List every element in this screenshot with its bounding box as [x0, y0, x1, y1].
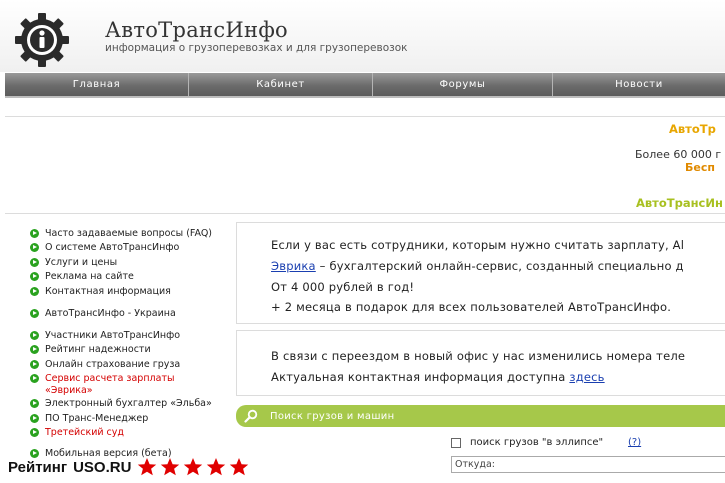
star-icon: [138, 458, 157, 476]
box-text: В связи с переездом в новый офис у нас и…: [271, 349, 686, 363]
sidebar-item-label: О системе АвтоТрансИнфо: [45, 242, 180, 253]
sidebar-item-services[interactable]: Услуги и цены: [30, 257, 117, 269]
promo-title-secondary: АвтоТрансИн: [636, 196, 723, 210]
nav-item-cabinet[interactable]: Кабинет: [189, 73, 373, 96]
divider: [5, 116, 725, 117]
sidebar-item-members[interactable]: Участники АвтоТрансИнфо: [30, 330, 180, 342]
box-text-rest: – бухгалтерский онлайн-сервис, созданный…: [315, 259, 684, 273]
arrow-bullet-icon: [30, 360, 39, 369]
from-input[interactable]: [451, 456, 725, 473]
sidebar-item-insurance[interactable]: Онлайн страхование груза: [30, 359, 180, 371]
sidebar-item-contacts[interactable]: Контактная информация: [30, 286, 171, 298]
arrow-bullet-icon: [30, 414, 39, 423]
promo-title: АвтоТр: [669, 122, 716, 136]
arrow-bullet-icon: [30, 272, 39, 281]
box-text: Актуальная контактная информация доступн…: [271, 370, 605, 384]
star-icon: [161, 458, 180, 476]
sidebar-item-elba[interactable]: Электронный бухгалтер «Эльба»: [30, 398, 212, 410]
sidebar-item-label: ПО Транс-Менеджер: [45, 413, 149, 424]
site-title[interactable]: АвтоТрансИнфо: [105, 18, 288, 42]
sidebar-item-rating[interactable]: Рейтинг надежности: [30, 344, 151, 356]
arrow-bullet-icon: [30, 229, 39, 238]
sidebar-item-ads[interactable]: Реклама на сайте: [30, 271, 134, 283]
promo-text: Более 60 000 г: [635, 148, 722, 161]
nav-item-news[interactable]: Новости: [553, 73, 725, 96]
nav-item-forums[interactable]: Форумы: [373, 73, 553, 96]
box-text: Эврика – бухгалтерский онлайн-сервис, со…: [271, 259, 684, 273]
sidebar-item-faq[interactable]: Часто задаваемые вопросы (FAQ): [30, 228, 212, 240]
evrika-promo-box: Если у вас есть сотрудники, которым нужн…: [236, 222, 725, 324]
arrow-bullet-icon: [30, 399, 39, 408]
sidebar-item-about[interactable]: О системе АвтоТрансИнфо: [30, 242, 179, 254]
arrow-bullet-icon: [30, 428, 39, 437]
sidebar-item-label: АвтоТрансИнфо - Украина: [45, 308, 176, 319]
arrow-bullet-icon: [30, 374, 39, 383]
site-subtitle: информация о грузоперевозках и для грузо…: [105, 42, 408, 54]
sidebar-item-evrika[interactable]: Сервис расчета зарплаты «Эврика»: [30, 373, 180, 397]
rating-widget[interactable]: Рейтинг USO.RU: [8, 457, 252, 477]
search-section-header[interactable]: Поиск грузов и машин: [236, 405, 725, 427]
sidebar-item-trans-manager[interactable]: ПО Транс-Менеджер: [30, 413, 148, 425]
sidebar-item-label: Участники АвтоТрансИнфо: [45, 330, 181, 341]
sidebar-item-label: Рейтинг надежности: [45, 344, 151, 355]
box-text: + 2 месяца в подарок для всех пользовате…: [271, 300, 672, 314]
sidebar-item-label: Электронный бухгалтер «Эльба»: [45, 398, 212, 409]
box-text-start: Актуальная контактная информация доступн…: [271, 370, 570, 384]
search-section-title: Поиск грузов и машин: [270, 410, 395, 422]
nav-item-home[interactable]: Главная: [5, 73, 189, 96]
sidebar-item-label: Третейский суд: [45, 427, 124, 438]
arrow-bullet-icon: [30, 345, 39, 354]
ellipse-help-link[interactable]: (?): [628, 437, 641, 448]
site-logo-icon[interactable]: [14, 12, 70, 68]
sidebar-item-label: Контактная информация: [45, 286, 171, 297]
box-text: Если у вас есть сотрудники, которым нужн…: [271, 238, 685, 252]
ellipse-search-checkbox[interactable]: [451, 438, 461, 448]
arrow-bullet-icon: [30, 258, 39, 267]
office-notice-box: В связи с переездом в новый офис у нас и…: [236, 330, 725, 396]
divider: [5, 213, 725, 214]
rating-label: Рейтинг: [8, 458, 68, 476]
sidebar-item-label: Услуги и цены: [45, 257, 118, 268]
star-icon: [184, 458, 203, 476]
site-header: АвтоТрансИнфо информация о грузоперевозк…: [0, 0, 725, 72]
ellipse-search-label: поиск грузов "в эллипсе": [470, 437, 604, 448]
sidebar-item-court[interactable]: Третейский суд: [30, 427, 124, 439]
star-icon: [230, 458, 249, 476]
star-icon: [207, 458, 226, 476]
promo-highlight[interactable]: Бесп: [685, 161, 715, 174]
sidebar-item-label: Реклама на сайте: [45, 271, 134, 282]
sidebar-item-label: Часто задаваемые вопросы (FAQ): [45, 228, 213, 239]
sidebar-item-ukraine[interactable]: АвтоТрансИнфо - Украина: [30, 308, 176, 320]
sidebar-item-label: Сервис расчета зарплаты «Эврика»: [45, 373, 175, 396]
box-text: От 4 000 рублей в год!: [271, 280, 415, 294]
main-nav: Главная Кабинет Форумы Новости: [5, 73, 725, 98]
evrika-link[interactable]: Эврика: [271, 259, 316, 273]
sidebar-item-label: Онлайн страхование груза: [45, 359, 181, 370]
arrow-bullet-icon: [30, 287, 39, 296]
contacts-link[interactable]: здесь: [569, 370, 604, 384]
arrow-bullet-icon: [30, 243, 39, 252]
rating-site: USO.RU: [73, 458, 132, 476]
search-icon: [244, 409, 258, 423]
arrow-bullet-icon: [30, 309, 39, 318]
arrow-bullet-icon: [30, 331, 39, 340]
